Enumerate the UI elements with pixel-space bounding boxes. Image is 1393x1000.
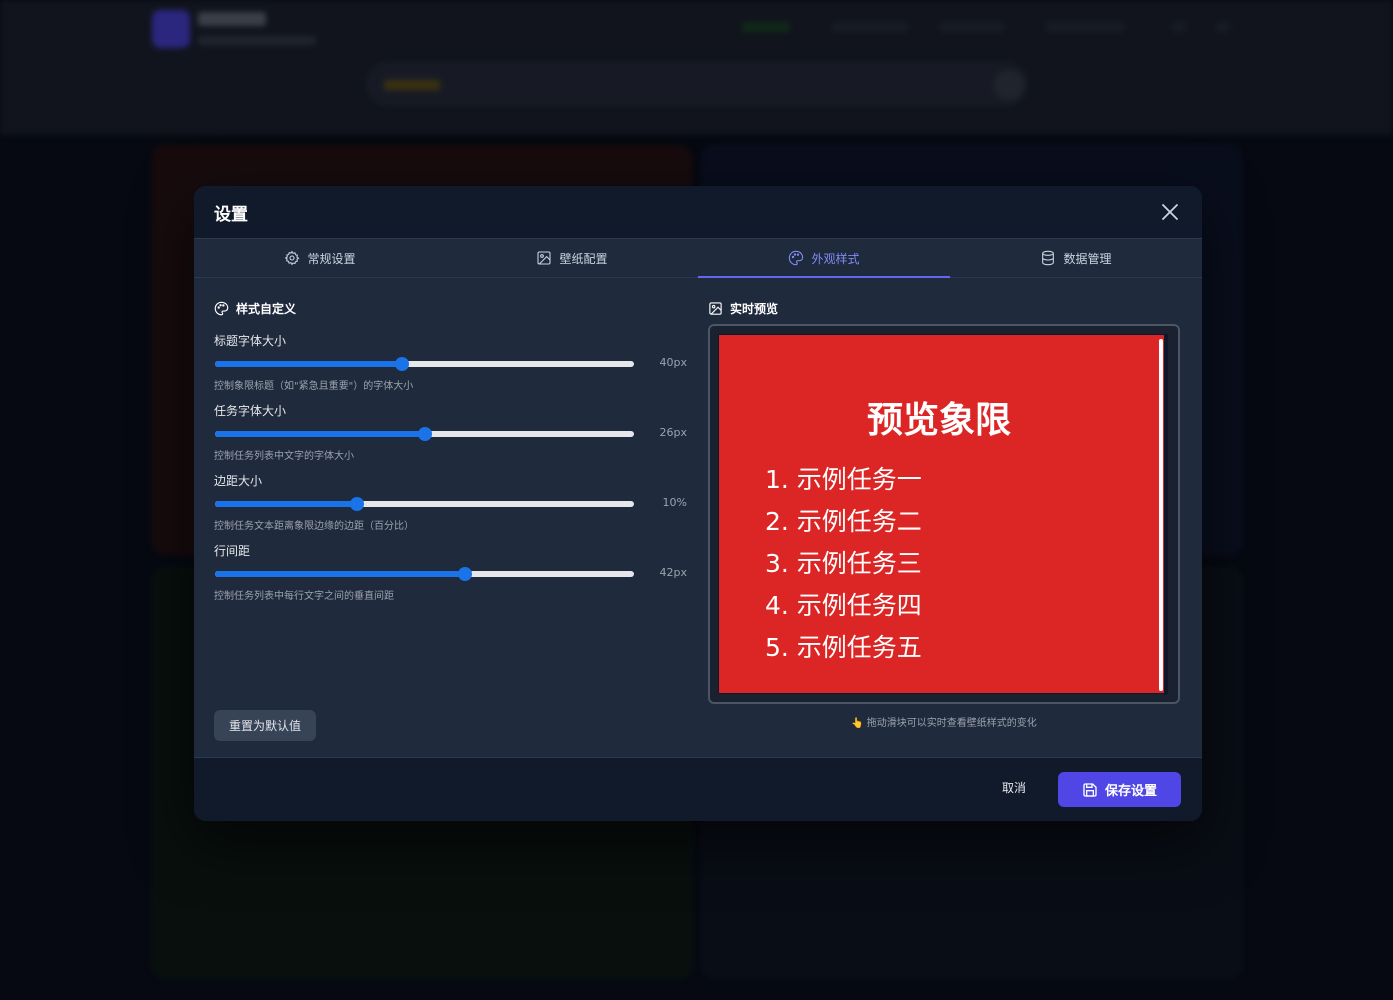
preview-quadrant: 预览象限 1. 示例任务一 2. 示例任务二 3. 示例任务三 4. 示例任务四…	[718, 334, 1168, 695]
line-height-slider[interactable]	[215, 567, 634, 581]
save-settings-button[interactable]: 保存设置	[1058, 772, 1181, 807]
control-label: 任务字体大小	[214, 404, 287, 418]
style-section-title: 样式自定义	[214, 300, 296, 317]
reset-default-button[interactable]: 重置为默认值	[214, 710, 316, 741]
preview-task-item: 1. 示例任务一	[765, 465, 922, 494]
padding-size-slider[interactable]	[215, 497, 634, 511]
control-hint: 控制任务列表中文字的字体大小	[214, 451, 354, 462]
title-font-size-slider[interactable]	[215, 357, 634, 371]
palette-icon	[789, 250, 804, 266]
image-icon	[537, 251, 552, 265]
tab-appearance-label: 外观样式	[811, 251, 860, 266]
preview-tip: 👆 拖动滑块可以实时查看壁纸样式的变化	[851, 718, 1037, 729]
preview-task-item: 2. 示例任务二	[765, 507, 922, 536]
preview-section-label: 实时预览	[730, 302, 779, 316]
close-button[interactable]	[1158, 200, 1182, 224]
tab-data-label: 数据管理	[1063, 251, 1112, 266]
tab-general-label: 常规设置	[307, 251, 356, 266]
style-section-label: 样式自定义	[236, 302, 297, 316]
line-height-control: 行间距 42px 控制任务列表中每行文字之间的垂直间距	[214, 542, 692, 602]
slider-fill	[215, 361, 403, 367]
control-label: 边距大小	[214, 474, 263, 488]
tab-wallpaper[interactable]: 壁纸配置	[446, 239, 698, 277]
slider-fill	[215, 501, 358, 507]
preview-task-item: 4. 示例任务四	[765, 591, 922, 620]
slider-value: 40px	[659, 356, 688, 369]
control-hint: 控制任务列表中每行文字之间的垂直间距	[214, 591, 394, 602]
slider-thumb[interactable]	[350, 497, 365, 511]
cancel-button[interactable]: 取消	[1002, 779, 1026, 796]
slider-fill	[215, 571, 466, 577]
preview-task-list: 1. 示例任务一 2. 示例任务二 3. 示例任务三 4. 示例任务四 5. 示…	[765, 459, 922, 669]
control-hint: 控制象限标题（如"紧急且重要"）的字体大小	[214, 381, 414, 392]
slider-fill	[215, 431, 425, 437]
slider-thumb[interactable]	[395, 357, 410, 371]
preview-quadrant-title: 预览象限	[866, 400, 1011, 441]
title-font-size-control: 标题字体大小 40px 控制象限标题（如"紧急且重要"）的字体大小	[214, 332, 692, 392]
settings-modal: 设置 常规设置 壁纸配置 外观样式 数据管理 样式自定义 标题字体大小 40px…	[194, 186, 1202, 821]
task-font-size-slider[interactable]	[215, 427, 634, 441]
control-hint: 控制任务文本距离象限边缘的边距（百分比）	[214, 521, 414, 532]
tab-appearance[interactable]: 外观样式	[698, 239, 950, 278]
palette-icon	[214, 301, 229, 316]
close-icon	[1162, 204, 1178, 220]
modal-title: 设置	[214, 204, 248, 225]
slider-thumb[interactable]	[458, 567, 473, 581]
image-icon	[709, 302, 722, 315]
control-label: 行间距	[214, 544, 251, 558]
save-icon	[1083, 782, 1097, 797]
task-font-size-control: 任务字体大小 26px 控制任务列表中文字的字体大小	[214, 402, 692, 462]
slider-value: 42px	[659, 566, 688, 579]
slider-thumb[interactable]	[417, 427, 432, 441]
settings-tabs: 常规设置 壁纸配置 外观样式 数据管理	[194, 239, 1202, 278]
tab-wallpaper-label: 壁纸配置	[559, 251, 608, 266]
database-icon	[1042, 250, 1055, 266]
gear-icon	[285, 250, 300, 266]
preview-task-item: 5. 示例任务五	[765, 633, 922, 662]
modal-footer: 取消 保存设置	[194, 757, 1202, 821]
preview-frame: 预览象限 1. 示例任务一 2. 示例任务二 3. 示例任务三 4. 示例任务四…	[708, 324, 1180, 704]
padding-size-control: 边距大小 10% 控制任务文本距离象限边缘的边距（百分比）	[214, 472, 692, 532]
control-label: 标题字体大小	[214, 334, 287, 348]
slider-value: 10%	[662, 496, 687, 509]
modal-body: 样式自定义 标题字体大小 40px 控制象限标题（如"紧急且重要"）的字体大小 …	[194, 278, 1202, 756]
save-settings-label: 保存设置	[1104, 783, 1157, 798]
tab-data[interactable]: 数据管理	[950, 239, 1202, 277]
modal-header: 设置	[194, 186, 1202, 239]
tab-general[interactable]: 常规设置	[194, 239, 446, 277]
preview-scrollbar[interactable]	[1159, 339, 1163, 691]
preview-scrollbar-rail	[1164, 335, 1167, 695]
preview-section-title: 实时预览	[708, 300, 778, 317]
preview-task-item: 3. 示例任务三	[765, 549, 922, 578]
slider-value: 26px	[659, 426, 688, 439]
